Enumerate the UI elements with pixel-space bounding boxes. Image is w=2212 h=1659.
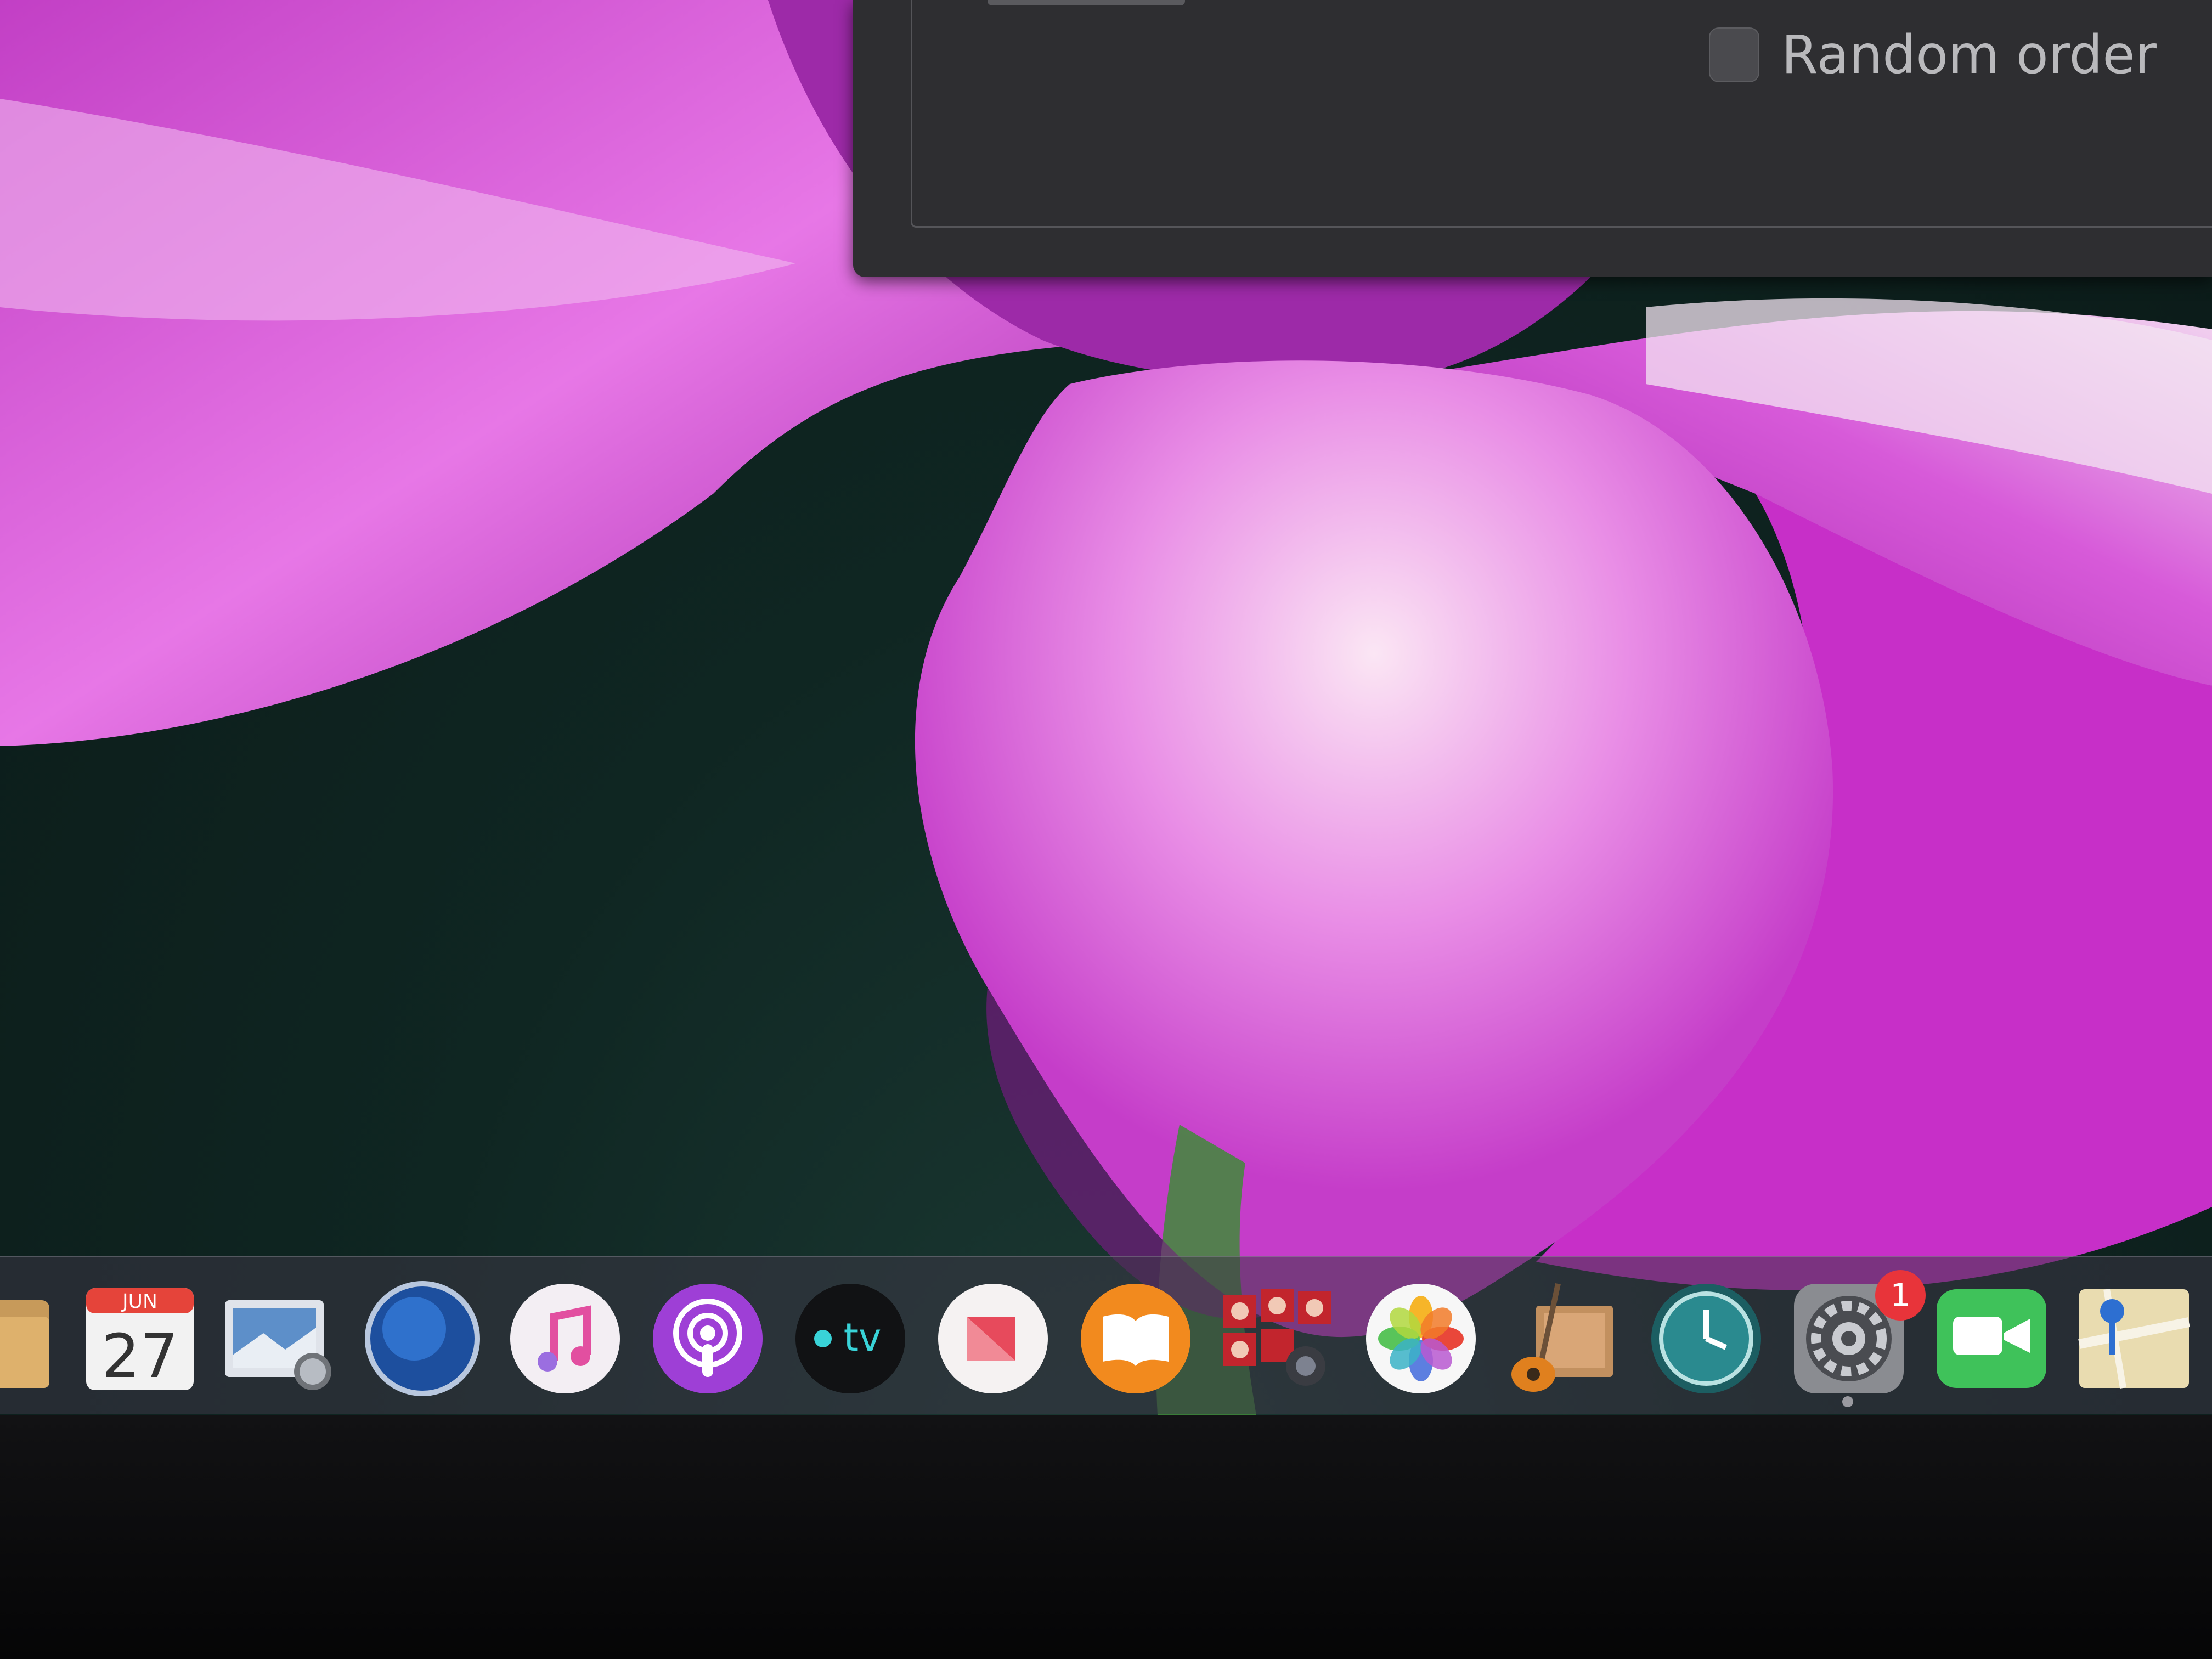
monitor-bezel (0, 1415, 2212, 1659)
dock-item-photo-booth[interactable] (1218, 1278, 1339, 1399)
dock-item-globe-app[interactable] (362, 1278, 483, 1399)
dock-item-music[interactable] (505, 1278, 625, 1399)
photos-flower-icon (1366, 1284, 1476, 1393)
clock-icon (1651, 1284, 1761, 1393)
calendar-day: 27 (101, 1321, 178, 1391)
book-icon (1081, 1284, 1190, 1393)
running-indicator (1842, 1396, 1853, 1407)
dock-item-preview[interactable] (219, 1278, 340, 1399)
dock-item-books[interactable] (1075, 1278, 1196, 1399)
globe-icon (365, 1281, 480, 1396)
dock-item-facetime[interactable] (1931, 1278, 2052, 1399)
notification-badge: 1 (1875, 1270, 1926, 1321)
dock-item-finder[interactable] (0, 1278, 55, 1399)
dock-item-podcasts[interactable] (647, 1278, 768, 1399)
folder-icon (0, 1300, 49, 1388)
dock-item-calendar[interactable]: JUN 27 (80, 1278, 200, 1399)
apple-tv-icon: tv (795, 1284, 905, 1393)
dock-item-time-machine[interactable] (1646, 1278, 1767, 1399)
random-order-label: Random order (1781, 24, 2157, 86)
dock-item-garageband[interactable] (1503, 1278, 1624, 1399)
dock-item-photos[interactable] (1361, 1278, 1481, 1399)
calendar-icon: JUN 27 (86, 1288, 194, 1391)
music-note-icon (510, 1284, 620, 1393)
desktop-screen: Random order JUN 27 tv 1 (0, 0, 2212, 1415)
dock-item-news[interactable] (933, 1278, 1053, 1399)
calendar-month: JUN (121, 1290, 157, 1313)
tv-label: tv (844, 1315, 882, 1360)
dock-item-maps[interactable] (2074, 1278, 2194, 1399)
map-icon (2078, 1289, 2190, 1389)
video-camera-icon (1937, 1289, 2046, 1388)
preview-icon (225, 1300, 331, 1390)
random-order-row[interactable]: Random order (1709, 24, 2157, 86)
photo-booth-icon (1223, 1289, 1331, 1386)
podcast-icon (653, 1284, 763, 1393)
random-order-checkbox[interactable] (1709, 27, 1759, 82)
dialog-top-button[interactable] (988, 0, 1185, 5)
guitar-icon (1511, 1283, 1613, 1392)
news-icon (938, 1284, 1048, 1393)
dock-item-tv[interactable]: tv (790, 1278, 911, 1399)
